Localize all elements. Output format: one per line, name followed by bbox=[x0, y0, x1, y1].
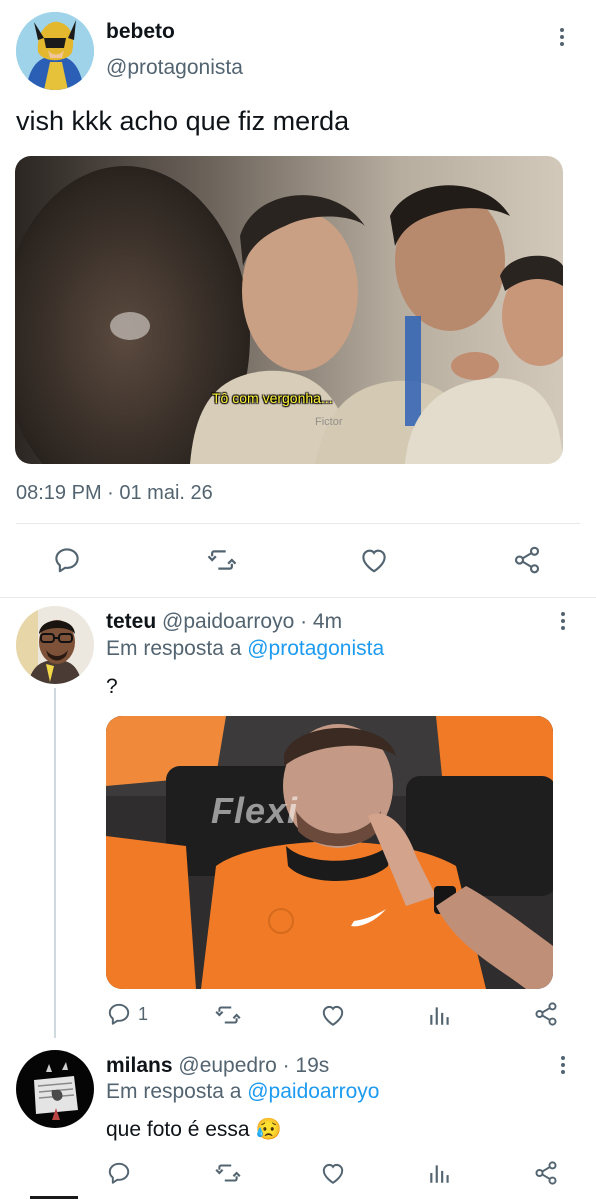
avatar-image bbox=[16, 12, 94, 90]
retweet-icon bbox=[215, 1006, 241, 1024]
reply-icon bbox=[108, 1003, 130, 1025]
reply-to-link[interactable]: @protagonista bbox=[247, 637, 384, 660]
avatar[interactable] bbox=[16, 12, 94, 90]
like-button[interactable] bbox=[320, 1003, 346, 1032]
reply-text: ? bbox=[106, 675, 118, 698]
views-icon bbox=[430, 1165, 449, 1183]
media-watermark: Fictor bbox=[315, 416, 343, 428]
more-options-icon[interactable] bbox=[561, 1056, 565, 1074]
share-icon bbox=[514, 546, 540, 574]
views-icon bbox=[430, 1007, 449, 1025]
display-name[interactable]: teteu bbox=[106, 610, 156, 633]
reply-icon bbox=[55, 548, 79, 573]
like-button[interactable] bbox=[320, 1161, 346, 1190]
divider bbox=[0, 597, 596, 598]
reply-media[interactable]: Flexi bbox=[106, 716, 553, 989]
divider bbox=[16, 523, 580, 524]
retweet-icon bbox=[215, 1164, 241, 1182]
retweet-button[interactable] bbox=[206, 545, 238, 580]
share-button[interactable] bbox=[512, 545, 542, 580]
reply-text: que foto é essa 😥 bbox=[106, 1118, 282, 1141]
share-icon bbox=[535, 1002, 557, 1026]
reply-count: 1 bbox=[138, 1003, 149, 1024]
display-name[interactable]: bebeto bbox=[106, 20, 175, 44]
media-text: Flexi bbox=[211, 790, 299, 831]
avatar-image bbox=[16, 1050, 94, 1128]
like-icon bbox=[322, 1163, 344, 1184]
share-button[interactable] bbox=[533, 1160, 559, 1191]
handle[interactable]: @eupedro bbox=[178, 1054, 276, 1077]
reply-button[interactable]: 1 bbox=[106, 1001, 148, 1027]
views-button[interactable] bbox=[428, 1160, 452, 1191]
reply-button[interactable] bbox=[106, 1160, 132, 1191]
reply-context: Em resposta a @protagonista bbox=[106, 637, 384, 661]
like-button[interactable] bbox=[359, 546, 389, 579]
more-options-icon[interactable] bbox=[561, 612, 565, 630]
handle[interactable]: @paidoarroyo bbox=[162, 610, 294, 633]
handle[interactable]: @protagonista bbox=[106, 56, 243, 80]
tweet-timestamp[interactable]: 08:19 PM · 01 mai. 26 bbox=[16, 482, 213, 505]
reply-time[interactable]: · 4m bbox=[300, 610, 342, 633]
more-options-icon[interactable] bbox=[560, 28, 564, 46]
share-button[interactable] bbox=[533, 1001, 559, 1032]
like-icon bbox=[362, 549, 386, 573]
tweet-media[interactable]: Tô com vergonha... Fictor bbox=[15, 156, 563, 464]
share-icon bbox=[535, 1161, 557, 1185]
reply-prefix: Em resposta a bbox=[106, 637, 248, 660]
reply-prefix: Em resposta a bbox=[106, 1080, 248, 1103]
reply-avatar[interactable] bbox=[16, 1050, 94, 1128]
reply-header: teteu @paidoarroyo · 4m bbox=[106, 610, 342, 634]
media-caption: Tô com vergonha... bbox=[212, 390, 333, 406]
media-photo bbox=[15, 156, 563, 464]
like-icon bbox=[322, 1005, 344, 1026]
reply-context: Em resposta a @paidoarroyo bbox=[106, 1080, 379, 1104]
retweet-button[interactable] bbox=[214, 1160, 242, 1191]
reply-button[interactable] bbox=[52, 545, 82, 580]
views-button[interactable] bbox=[428, 1002, 452, 1033]
reply-avatar[interactable] bbox=[16, 606, 94, 684]
tweet-text: vish kkk acho que fiz merda bbox=[16, 106, 350, 136]
reply-header: milans @eupedro · 19s bbox=[106, 1054, 329, 1078]
display-name[interactable]: milans bbox=[106, 1054, 173, 1077]
thread-line bbox=[54, 688, 56, 1038]
avatar-image bbox=[16, 606, 94, 684]
reply-icon bbox=[108, 1162, 130, 1184]
media-photo bbox=[106, 716, 553, 989]
retweet-icon bbox=[207, 550, 237, 570]
reply-time[interactable]: · 19s bbox=[283, 1054, 330, 1077]
reply-to-link[interactable]: @paidoarroyo bbox=[247, 1080, 379, 1103]
retweet-button[interactable] bbox=[214, 1002, 242, 1033]
